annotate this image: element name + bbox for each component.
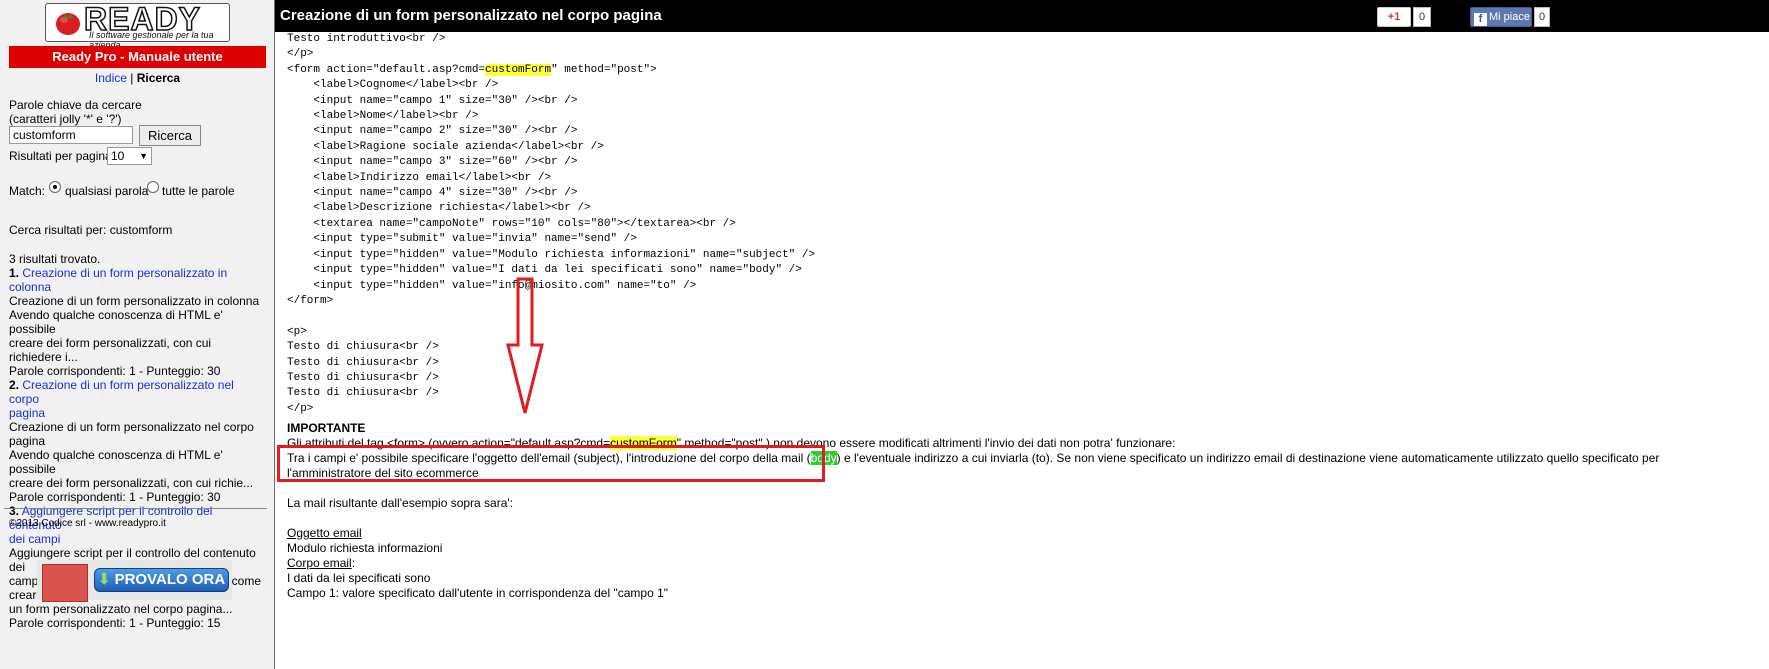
code-line: </p> — [287, 402, 314, 415]
facebook-like-button[interactable]: f Mi piace — [1470, 7, 1532, 27]
strawberry-icon — [56, 13, 80, 35]
result-snippet: Creazione di un form personalizzato nel … — [9, 420, 254, 448]
gplus-button[interactable]: +1 — [1377, 7, 1411, 27]
code-line: </p> — [287, 48, 314, 61]
result-title-link-cont[interactable]: dei campi — [9, 532, 267, 546]
result-number: 1. — [9, 266, 20, 280]
download-icon: ⬇ — [97, 571, 111, 588]
subject-label-text: Oggetto email — [287, 526, 362, 540]
results-count: 3 risultati trovato. — [9, 252, 101, 266]
search-input[interactable] — [9, 126, 133, 144]
code-line: <input name="campo 4" size="30" /><br /> — [287, 187, 578, 200]
result-number: 2. — [9, 378, 20, 392]
nav-index-link[interactable]: Indice — [95, 71, 127, 85]
body-label: Corpo email: — [287, 556, 355, 571]
chevron-down-icon: ▼ — [139, 151, 148, 161]
nav-separator: | — [130, 71, 134, 85]
try-banner[interactable]: ⬇ PROVALO ORA — [37, 560, 232, 602]
result-item: 1. Creazione di un form personalizzato i… — [9, 266, 267, 294]
code-line: <p> — [287, 325, 307, 338]
code-line: " method="post"> — [551, 63, 657, 76]
sidebar-nav: Indice | Ricerca — [0, 71, 275, 85]
code-line: Testo di chiusura<br /> — [287, 341, 439, 354]
text: : — [351, 556, 356, 570]
result-snippet: Avendo qualche conoscenza di HTML e' pos… — [9, 448, 223, 476]
code-line: Testo di chiusura<br /> — [287, 387, 439, 400]
subject-value: Modulo richiesta informazioni — [287, 541, 443, 555]
title-bar: Creazione di un form personalizzato nel … — [275, 0, 1769, 32]
result-snippet: creare dei form personalizzati, con cui … — [9, 336, 212, 364]
code-line: Testo introduttivo<br /> — [287, 33, 446, 45]
match-all-label[interactable]: tutte le parole — [162, 184, 235, 198]
code-line: <label>Descrizione richiesta</label><br … — [287, 202, 591, 215]
code-block: Testo introduttivo<br /> </p> <form acti… — [287, 32, 815, 417]
code-line: <input name="campo 3" size="60" /><br /> — [287, 156, 578, 169]
body-value: I dati da lei specificati sono — [287, 571, 431, 585]
code-line: <input type="hidden" value="Modulo richi… — [287, 248, 816, 261]
try-now-label: PROVALO ORA — [114, 571, 226, 588]
match-label: Match: — [9, 184, 46, 198]
code-line: <textarea name="campoNote" rows="10" col… — [287, 217, 736, 230]
sidebar-divider — [4, 508, 267, 509]
result-score: Parole corrispondenti: 1 - Punteggio: 30 — [9, 364, 221, 378]
code-line: <input name="campo 1" size="30" /><br /> — [287, 94, 578, 107]
searched-for-text: Cerca risultati per: customform — [9, 223, 173, 237]
fb-like-label: Mi piace — [1489, 11, 1530, 23]
gplus-label: +1 — [1387, 11, 1401, 23]
code-line: <input name="campo 2" size="30" /><br /> — [287, 125, 578, 138]
subject-label: Oggetto email — [287, 526, 362, 541]
result-item: 2. Creazione di un form personalizzato n… — [9, 378, 267, 406]
important-heading: IMPORTANTE — [287, 421, 366, 435]
search-wildcard-hint: (caratteri jolly '*' e '?') — [9, 112, 122, 126]
result-title-link[interactable]: Creazione di un form personalizzato nel … — [9, 378, 234, 406]
sidebar: READY Il software gestionale per la tua … — [0, 0, 275, 669]
per-page-label: Risultati per pagina: — [9, 149, 116, 163]
match-all-radio[interactable] — [147, 181, 159, 193]
result-snippet: creare dei form personalizzati, con cui … — [9, 476, 254, 490]
page-title: Creazione di un form personalizzato nel … — [280, 7, 662, 24]
code-line: <label>Cognome</label><br /> — [287, 79, 499, 92]
code-line: <form action="default.asp?cmd= — [287, 63, 486, 76]
highlight-box — [277, 445, 825, 482]
result-snippet: Avendo qualche conoscenza di HTML e' pos… — [9, 308, 223, 336]
red-down-arrow-icon — [506, 277, 544, 414]
result-title-link-cont[interactable]: pagina — [9, 406, 267, 420]
cut-line: Campo 1: valore specificato dall'utente … — [287, 586, 669, 600]
body-label-text: Corpo email — [287, 556, 352, 570]
code-line: <input type="hidden" value="I dati da le… — [287, 264, 802, 277]
ready-logo[interactable]: READY Il software gestionale per la tua … — [45, 0, 230, 50]
match-any-label[interactable]: qualsiasi parola — [65, 184, 148, 198]
result-score: Parole corrispondenti: 1 - Punteggio: 15 — [9, 616, 221, 630]
code-line: <input type="hidden" value="info@miosito… — [287, 279, 697, 292]
code-line: </form> — [287, 294, 334, 307]
result-snippet: Creazione di un form personalizzato in c… — [9, 294, 260, 308]
code-highlight: customForm — [485, 63, 552, 76]
result-snippet: un form personalizzato nel corpo pagina.… — [9, 602, 233, 616]
manual-title: Ready Pro - Manuale utente — [9, 46, 266, 68]
product-box-image — [42, 564, 88, 602]
per-page-select[interactable]: 10 ▼ — [107, 147, 152, 165]
code-line: <label>Nome</label><br /> — [287, 110, 479, 123]
text: ) e l'eventuale indirizzo a cui inviarla… — [836, 451, 1660, 465]
code-line: <label>Ragione sociale azienda</label><b… — [287, 140, 604, 153]
code-line: <label>Indirizzo email</label><br /> — [287, 171, 552, 184]
result-intro: La mail risultante dall'esempio sopra sa… — [287, 496, 514, 510]
result-number: 3. — [9, 504, 20, 518]
code-line: Testo di chiusura<br /> — [287, 356, 439, 369]
facebook-icon: f — [1474, 13, 1487, 26]
nav-search-current: Ricerca — [136, 71, 181, 85]
per-page-value: 10 — [111, 149, 125, 163]
code-line: Testo di chiusura<br /> — [287, 371, 439, 384]
try-now-button[interactable]: ⬇ PROVALO ORA — [94, 568, 229, 592]
fb-count: 0 — [1534, 7, 1550, 27]
code-line: <input type="submit" value="invia" name=… — [287, 233, 637, 246]
result-title-link[interactable]: Creazione di un form personalizzato in c… — [9, 266, 227, 294]
gplus-count: 0 — [1413, 7, 1431, 27]
copyright: ©2013 Codice srl - www.readypro.it — [9, 518, 166, 529]
search-label: Parole chiave da cercare — [9, 98, 142, 112]
search-button[interactable]: Ricerca — [139, 125, 201, 146]
match-any-radio[interactable] — [49, 181, 61, 193]
result-score: Parole corrispondenti: 1 - Punteggio: 30 — [9, 490, 221, 504]
